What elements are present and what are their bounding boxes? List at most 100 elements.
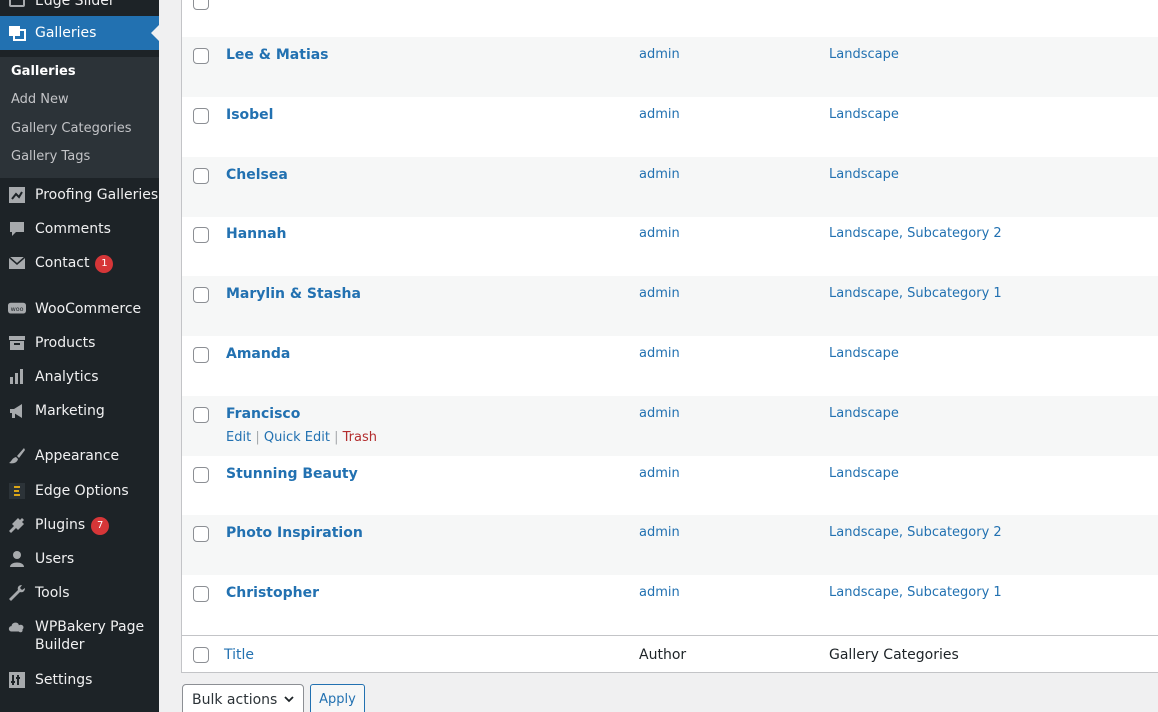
row-title-link[interactable]: Chelsea (226, 166, 288, 184)
row-categories[interactable]: Landscape (829, 345, 899, 363)
menu-label: Settings (35, 672, 93, 688)
menu-label: Users (35, 551, 75, 567)
row-categories[interactable]: Landscape (829, 405, 899, 423)
row-title-link[interactable]: Lee & Matias (226, 46, 329, 64)
menu-item-edge-slider[interactable]: Edge Slider (0, 0, 159, 12)
table-row: Amanda admin Landscape (182, 336, 1158, 396)
row-title-link[interactable]: Isobel (226, 106, 273, 124)
row-title-link[interactable]: Stunning Beauty (226, 465, 358, 483)
row-categories[interactable]: Landscape (829, 46, 899, 64)
row-author-link[interactable]: admin (639, 285, 680, 303)
row-author-link[interactable]: admin (639, 225, 680, 243)
table-row: Lee & Matias admin Landscape (182, 37, 1158, 97)
table-row (182, 0, 1158, 37)
row-author-link[interactable]: admin (639, 465, 680, 483)
menu-label: Comments (35, 221, 111, 237)
row-checkbox[interactable] (193, 586, 209, 602)
row-title-link[interactable]: Hannah (226, 225, 287, 243)
table-row: Chelsea admin Landscape (182, 157, 1158, 217)
chevron-down-icon (283, 685, 295, 712)
row-checkbox[interactable] (193, 227, 209, 243)
table-row: Hannah admin Landscape, Subcategory 2 (182, 216, 1158, 276)
brush-icon (8, 447, 26, 465)
chart-icon (8, 368, 26, 386)
apply-button[interactable]: Apply (310, 684, 365, 712)
row-author-link[interactable]: admin (639, 584, 680, 602)
submenu-add-new[interactable]: Add New (11, 92, 69, 108)
menu-item-proofing-galleries[interactable]: Proofing Galleries (0, 186, 159, 206)
row-title-link[interactable]: Marylin & Stasha (226, 285, 361, 303)
admin-sidebar: Edge Slider Galleries Galleries Add New … (0, 0, 159, 712)
row-categories[interactable]: Landscape, Subcategory 1 (829, 285, 1002, 303)
menu-label: Galleries (35, 25, 97, 41)
table-row: Christopher admin Landscape, Subcategory… (182, 575, 1158, 635)
submenu-gallery-tags[interactable]: Gallery Tags (11, 149, 90, 165)
row-title-link[interactable]: Photo Inspiration (226, 524, 363, 542)
row-categories[interactable]: Landscape (829, 465, 899, 483)
row-checkbox[interactable] (193, 467, 209, 483)
separator: | (255, 430, 260, 445)
row-categories[interactable]: Landscape, Subcategory 2 (829, 225, 1002, 243)
table-footer: Title Author Gallery Categories (182, 635, 1158, 672)
select-all-checkbox[interactable] (193, 647, 209, 663)
menu-item-wpbakery[interactable]: WPBakery Page Builder (0, 618, 159, 656)
menu-item-contact[interactable]: Contact 1 (0, 254, 159, 274)
row-categories[interactable]: Landscape, Subcategory 2 (829, 524, 1002, 542)
row-title-link[interactable]: Christopher (226, 584, 319, 602)
row-author-link[interactable]: admin (639, 166, 680, 184)
settings-icon (8, 671, 26, 689)
quick-edit-link[interactable]: Quick Edit (264, 430, 330, 445)
menu-item-users[interactable]: Users (0, 550, 159, 570)
row-checkbox[interactable] (193, 287, 209, 303)
menu-item-plugins[interactable]: Plugins 7 (0, 516, 159, 536)
menu-label: WPBakery Page Builder (35, 619, 145, 653)
row-checkbox[interactable] (193, 168, 209, 184)
row-title-link[interactable]: Amanda (226, 345, 290, 363)
bulk-actions-select[interactable]: Bulk actions (182, 684, 304, 712)
menu-label: Edge Slider (35, 0, 115, 9)
trash-link[interactable]: Trash (343, 430, 377, 445)
row-title-link[interactable]: Francisco (226, 405, 300, 423)
row-categories[interactable]: Landscape, Subcategory 1 (829, 584, 1002, 602)
row-checkbox[interactable] (193, 347, 209, 363)
row-checkbox[interactable] (193, 526, 209, 542)
submenu-gallery-categories[interactable]: Gallery Categories (11, 121, 132, 137)
row-checkbox[interactable] (193, 407, 209, 423)
galleries-submenu: Galleries Add New Gallery Categories Gal… (0, 57, 159, 178)
comment-icon (8, 220, 26, 238)
menu-item-appearance[interactable]: Appearance (0, 447, 159, 467)
submenu-galleries[interactable]: Galleries (11, 64, 76, 80)
menu-label: WooCommerce (35, 301, 142, 317)
row-checkbox[interactable] (193, 108, 209, 124)
mail-icon (8, 254, 26, 272)
menu-item-products[interactable]: Products (0, 334, 159, 354)
menu-item-comments[interactable]: Comments (0, 220, 159, 240)
separator: | (334, 430, 339, 445)
menu-item-analytics[interactable]: Analytics (0, 368, 159, 388)
cloud-icon (8, 618, 26, 636)
menu-item-edge-options[interactable]: Edge Options (0, 482, 159, 502)
row-checkbox[interactable] (193, 48, 209, 64)
row-categories[interactable]: Landscape (829, 106, 899, 124)
menu-item-woocommerce[interactable]: woo WooCommerce (0, 300, 159, 320)
menu-item-settings[interactable]: Settings (0, 671, 159, 691)
categories-column-header: Gallery Categories (829, 647, 959, 663)
menu-item-tools[interactable]: Tools (0, 584, 159, 604)
row-author-link[interactable]: admin (639, 524, 680, 542)
row-author-link[interactable]: admin (639, 345, 680, 363)
row-author-link[interactable]: admin (639, 405, 680, 423)
row-categories[interactable]: Landscape (829, 166, 899, 184)
table-row: Marylin & Stasha admin Landscape, Subcat… (182, 276, 1158, 336)
row-author-link[interactable]: admin (639, 106, 680, 124)
menu-item-galleries[interactable]: Galleries (0, 16, 159, 50)
sort-title-link[interactable]: Title (224, 646, 254, 664)
gallery-icon (8, 24, 26, 42)
menu-item-marketing[interactable]: Marketing (0, 402, 159, 422)
wrench-icon (8, 584, 26, 602)
notification-badge: 1 (95, 255, 114, 273)
edit-link[interactable]: Edit (226, 430, 251, 445)
row-checkbox[interactable] (193, 0, 209, 10)
author-column-header: Author (639, 647, 687, 663)
current-indicator (151, 25, 159, 41)
row-author-link[interactable]: admin (639, 46, 680, 64)
